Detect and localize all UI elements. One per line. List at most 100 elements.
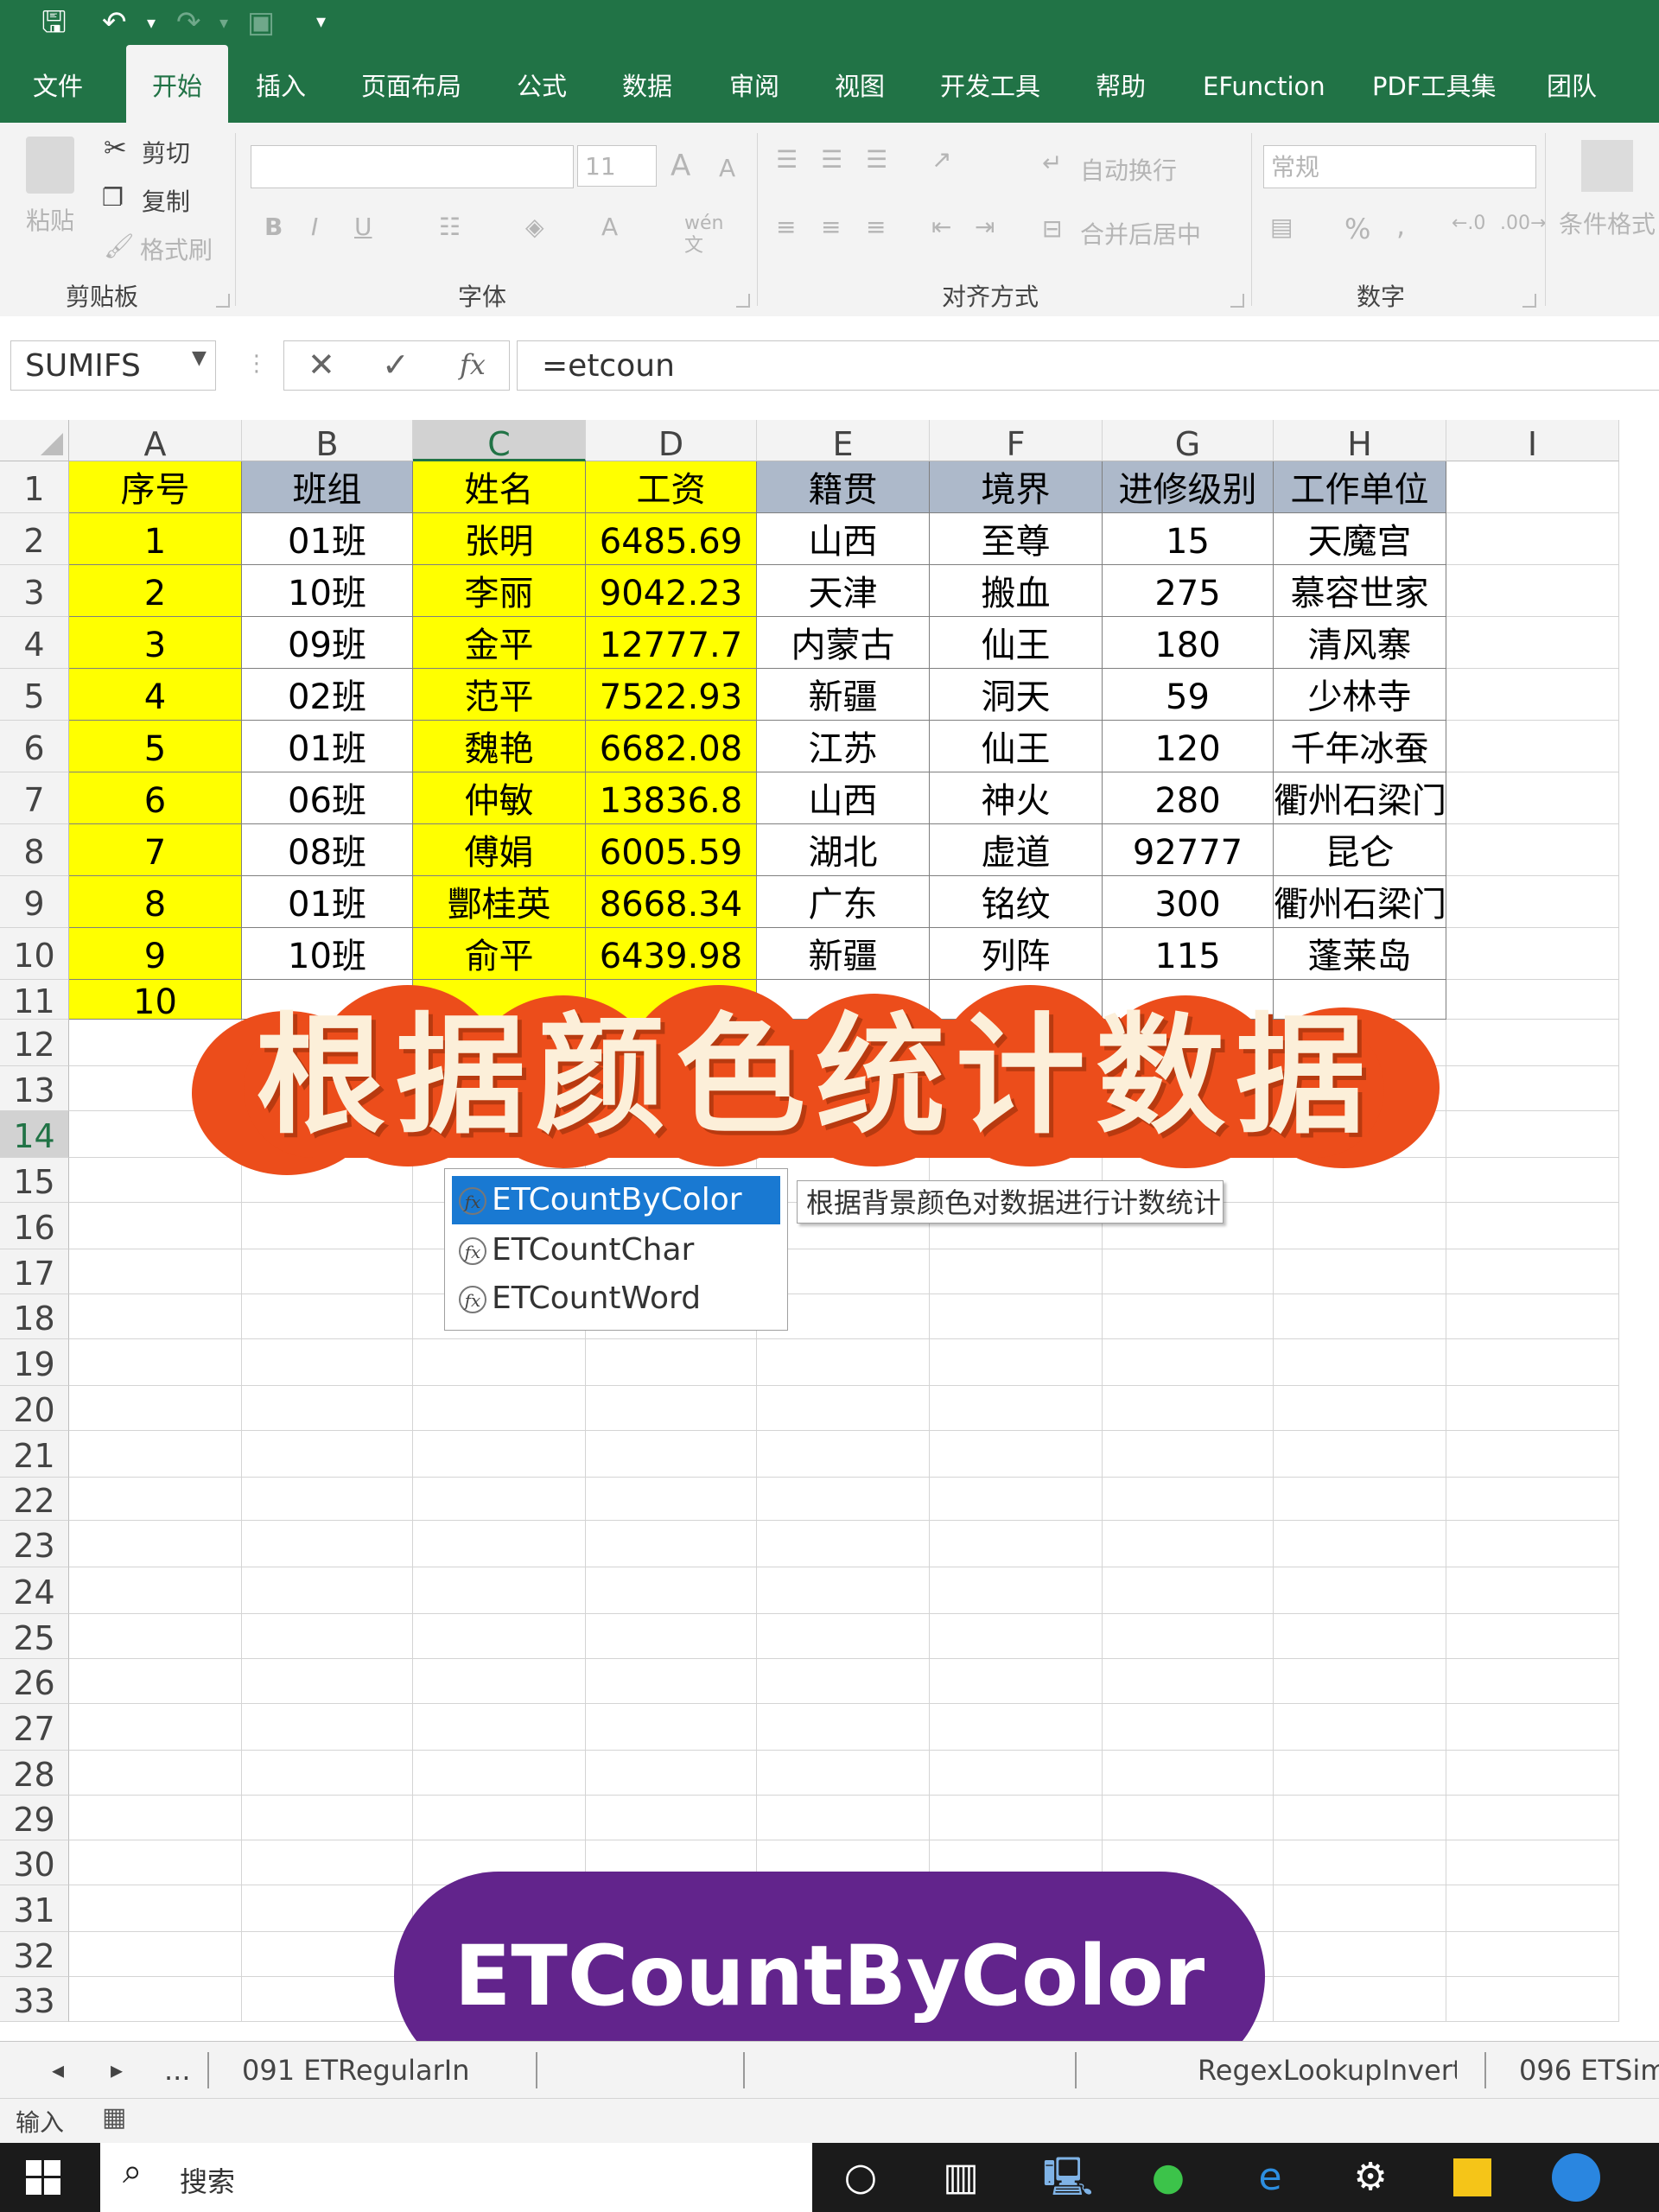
cell-h4[interactable]: 清风寨 xyxy=(1274,617,1446,669)
tab-developer[interactable]: 开发工具 xyxy=(940,45,1040,123)
sogou-input-icon[interactable] xyxy=(1552,2153,1600,2202)
edge-browser-icon[interactable]: e xyxy=(1241,2148,1300,2207)
borders-icon[interactable]: ☷ xyxy=(439,213,461,241)
cell-b8[interactable]: 08班 xyxy=(242,824,413,876)
name-box-dropdown-icon[interactable]: ▼ xyxy=(192,347,207,369)
merge-center-button[interactable]: 合并后居中 xyxy=(1080,216,1201,251)
cell-g4[interactable]: 180 xyxy=(1103,617,1274,669)
cell-e3[interactable]: 天津 xyxy=(757,565,930,617)
cell-i3[interactable] xyxy=(1446,565,1619,617)
cell-h22[interactable] xyxy=(1274,1478,1446,1521)
cell-e6[interactable]: 江苏 xyxy=(757,721,930,772)
cell-d1[interactable]: 工资 xyxy=(586,461,757,513)
cell-b9[interactable]: 01班 xyxy=(242,876,413,928)
cell-c27[interactable] xyxy=(413,1704,586,1751)
cell-h20[interactable] xyxy=(1274,1386,1446,1431)
cell-i30[interactable] xyxy=(1446,1840,1619,1885)
cell-f23[interactable] xyxy=(930,1521,1103,1567)
cell-g23[interactable] xyxy=(1103,1521,1274,1567)
cell-h5[interactable]: 少林寺 xyxy=(1274,669,1446,721)
conditional-format-button[interactable]: 条件格式 xyxy=(1559,206,1656,240)
cell-f17[interactable] xyxy=(930,1249,1103,1294)
computer-icon[interactable]: 🖳 xyxy=(1039,2148,1097,2207)
row-header-21[interactable]: 21 xyxy=(0,1431,69,1478)
cell-a23[interactable] xyxy=(69,1521,242,1567)
cell-b17[interactable] xyxy=(242,1249,413,1294)
cell-d3[interactable]: 9042.23 xyxy=(586,565,757,617)
cell-b20[interactable] xyxy=(242,1386,413,1431)
wechat-icon[interactable]: ● xyxy=(1139,2148,1198,2207)
row-header-13[interactable]: 13 xyxy=(0,1066,69,1111)
autocomplete-item-etcountchar[interactable]: fx ETCountChar xyxy=(452,1226,780,1274)
cell-h29[interactable] xyxy=(1274,1796,1446,1840)
cell-b25[interactable] xyxy=(242,1614,413,1659)
insert-function-button[interactable]: fx xyxy=(460,342,486,387)
cell-e29[interactable] xyxy=(757,1796,930,1840)
tab-file[interactable]: 文件 xyxy=(33,45,83,123)
sticky-notes-icon[interactable] xyxy=(1453,2158,1491,2196)
cell-e4[interactable]: 内蒙古 xyxy=(757,617,930,669)
cell-c8[interactable]: 傅娟 xyxy=(413,824,586,876)
row-header-16[interactable]: 16 xyxy=(0,1203,69,1249)
cell-i25[interactable] xyxy=(1446,1614,1619,1659)
cancel-button[interactable]: ✕ xyxy=(308,342,335,387)
cell-d29[interactable] xyxy=(586,1796,757,1840)
copy-icon[interactable]: ❐ xyxy=(102,183,124,212)
cell-g9[interactable]: 300 xyxy=(1103,876,1274,928)
cell-f6[interactable]: 仙王 xyxy=(930,721,1103,772)
cell-g29[interactable] xyxy=(1103,1796,1274,1840)
cell-c1[interactable]: 姓名 xyxy=(413,461,586,513)
cell-b5[interactable]: 02班 xyxy=(242,669,413,721)
cell-h21[interactable] xyxy=(1274,1431,1446,1478)
sheet-next-button[interactable]: ▸ xyxy=(111,2042,123,2099)
cell-a27[interactable] xyxy=(69,1704,242,1751)
cell-g26[interactable] xyxy=(1103,1659,1274,1704)
row-header-12[interactable]: 12 xyxy=(0,1020,69,1066)
cell-i19[interactable] xyxy=(1446,1339,1619,1386)
cell-i1[interactable] xyxy=(1446,461,1619,513)
cell-e5[interactable]: 新疆 xyxy=(757,669,930,721)
cell-b24[interactable] xyxy=(242,1567,413,1614)
cell-f2[interactable]: 至尊 xyxy=(930,513,1103,565)
cell-d6[interactable]: 6682.08 xyxy=(586,721,757,772)
cell-b21[interactable] xyxy=(242,1431,413,1478)
paste-button[interactable]: 粘贴 xyxy=(26,202,74,237)
cell-i18[interactable] xyxy=(1446,1294,1619,1339)
cell-a21[interactable] xyxy=(69,1431,242,1478)
bold-button[interactable]: B xyxy=(264,213,283,241)
sheet-tab-regexlookupinvert[interactable]: RegexLookupInvert xyxy=(1198,2042,1457,2099)
tab-formulas[interactable]: 公式 xyxy=(517,45,567,123)
cell-a18[interactable] xyxy=(69,1294,242,1339)
cut-button[interactable]: 剪切 xyxy=(142,135,190,169)
cell-d28[interactable] xyxy=(586,1751,757,1796)
cell-d7[interactable]: 13836.8 xyxy=(586,772,757,824)
tab-insert[interactable]: 插入 xyxy=(256,45,306,123)
cell-b22[interactable] xyxy=(242,1478,413,1521)
cell-g17[interactable] xyxy=(1103,1249,1274,1294)
cell-g1[interactable]: 进修级别 xyxy=(1103,461,1274,513)
cell-e28[interactable] xyxy=(757,1751,930,1796)
cell-b6[interactable]: 01班 xyxy=(242,721,413,772)
cell-d10[interactable]: 6439.98 xyxy=(586,928,757,980)
row-header-24[interactable]: 24 xyxy=(0,1567,69,1614)
cell-a20[interactable] xyxy=(69,1386,242,1431)
cell-d25[interactable] xyxy=(586,1614,757,1659)
row-header-3[interactable]: 3 xyxy=(0,565,69,617)
row-header-27[interactable]: 27 xyxy=(0,1704,69,1751)
cell-f10[interactable]: 列阵 xyxy=(930,928,1103,980)
tab-review[interactable]: 审阅 xyxy=(729,45,779,123)
cell-f19[interactable] xyxy=(930,1339,1103,1386)
font-color-icon[interactable]: A xyxy=(601,213,618,241)
cell-g5[interactable]: 59 xyxy=(1103,669,1274,721)
cell-b33[interactable] xyxy=(242,1977,413,2022)
font-size-box[interactable]: 11 xyxy=(577,145,657,187)
cell-d4[interactable]: 12777.7 xyxy=(586,617,757,669)
cell-h3[interactable]: 慕容世家 xyxy=(1274,565,1446,617)
cell-e20[interactable] xyxy=(757,1386,930,1431)
cell-f9[interactable]: 铭纹 xyxy=(930,876,1103,928)
column-header-f[interactable]: F xyxy=(930,420,1103,463)
row-header-33[interactable]: 33 xyxy=(0,1977,69,2022)
sheet-tab-096[interactable]: 096 ETSimi xyxy=(1519,2042,1659,2099)
taskbar-search-box[interactable]: ⌕ 搜索 xyxy=(100,2143,812,2212)
cell-e25[interactable] xyxy=(757,1614,930,1659)
